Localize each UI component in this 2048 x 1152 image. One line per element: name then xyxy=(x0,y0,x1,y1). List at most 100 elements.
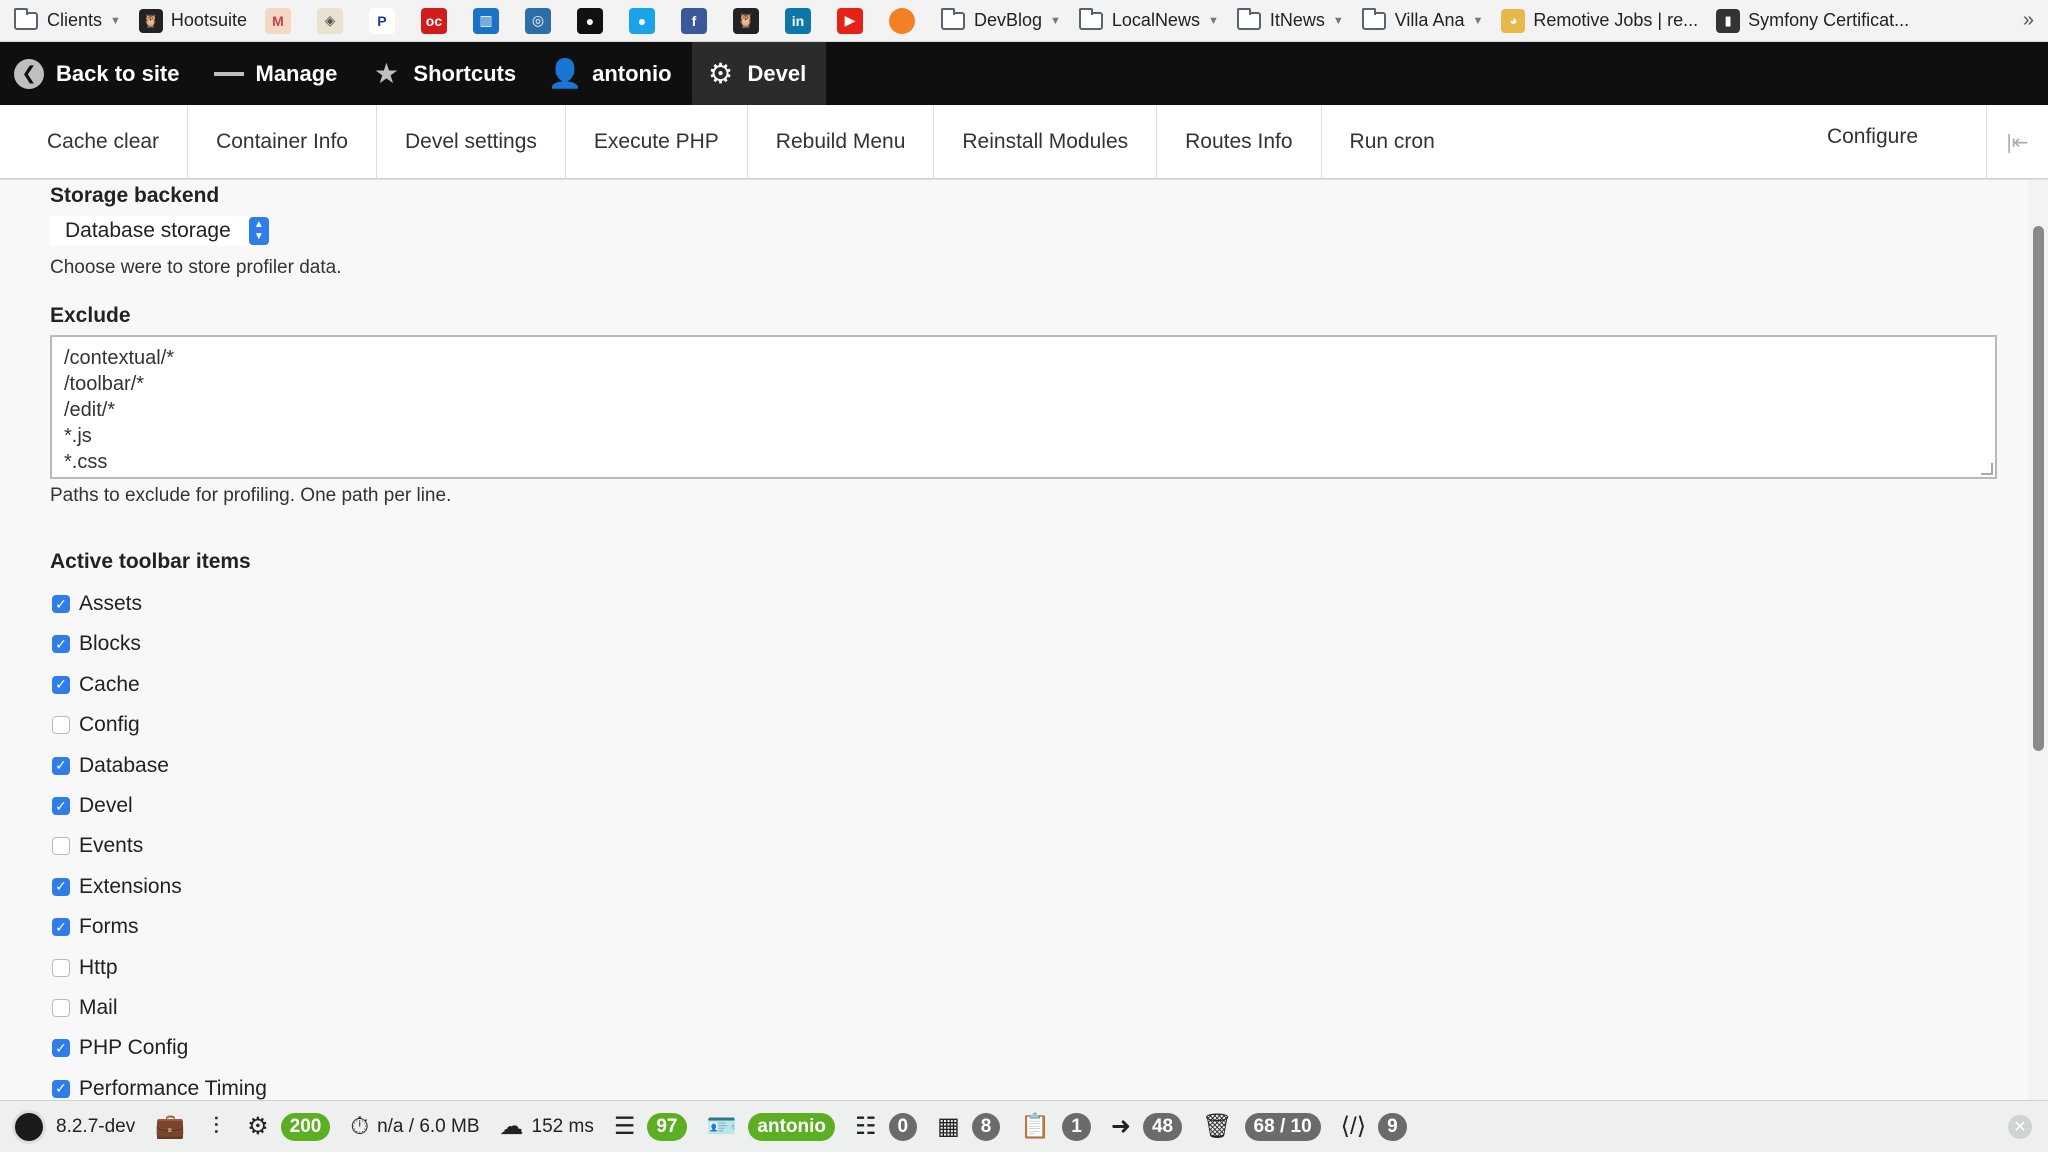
resize-handle-icon[interactable] xyxy=(1981,463,1993,475)
events-item[interactable]: ➜ 48 xyxy=(1111,1112,1183,1141)
database-item[interactable]: ☰ 97 xyxy=(614,1112,687,1141)
webprofiler-toolbar: 8.2.7-dev 💼 ⫶ ⚙ 200 ⏱ n/a / 6.0 MB ☁ 152… xyxy=(0,1100,2048,1152)
user-tab[interactable]: 👤 antonio xyxy=(536,42,691,105)
checkbox-checked[interactable]: ✓ xyxy=(52,635,70,654)
checkbox-checked[interactable]: ✓ xyxy=(52,756,70,775)
more-bookmarks-icon[interactable]: » xyxy=(2023,9,2034,32)
tray-link-reinstall-modules[interactable]: Reinstall Modules xyxy=(934,104,1158,179)
devel-tab[interactable]: ⚙ Devel xyxy=(691,42,827,105)
stopwatch-icon: ⏱ xyxy=(350,1112,370,1140)
toolbar-item-checkbox-row[interactable]: ✓ Assets xyxy=(52,592,142,616)
request-item[interactable]: 💼 xyxy=(155,1112,193,1141)
toolbar-item-label: PHP Config xyxy=(79,1036,189,1060)
manage-tab[interactable]: Manage xyxy=(200,42,358,105)
toolbar-item-label: Events xyxy=(79,834,144,858)
close-icon[interactable]: ✕ xyxy=(2008,1115,2032,1139)
cache-item[interactable]: 🗑 68 / 10 xyxy=(1202,1112,1321,1141)
bookmark-gmail-icon[interactable]: M xyxy=(264,7,291,34)
forms-item[interactable]: 📋 1 xyxy=(1020,1112,1091,1141)
doge-icon: ◕ xyxy=(1501,8,1526,33)
toolbar-item-checkbox-row[interactable]: Mail xyxy=(52,996,118,1020)
exclude-line: /edit/* xyxy=(64,399,116,421)
collapse-tray-icon[interactable]: |⇤ xyxy=(1986,105,2048,179)
exclude-textarea[interactable]: /contextual/* /toolbar/* /edit/* *.js *.… xyxy=(50,335,1997,479)
tray-link-execute-php[interactable]: Execute PHP xyxy=(566,104,748,179)
bookmark-folder-localnews[interactable]: LocalNews ▼ xyxy=(1078,7,1219,31)
tray-link-cache-clear[interactable]: Cache clear xyxy=(0,104,189,179)
drupal-version[interactable]: 8.2.7-dev xyxy=(12,1109,135,1144)
tray-link-container-info[interactable]: Container Info xyxy=(188,104,377,179)
assets-item[interactable]: ⟨/⟩ 9 xyxy=(1341,1112,1407,1141)
toolbar-item-checkbox-row[interactable]: Events xyxy=(52,834,143,858)
toolbar-item-label: Database xyxy=(79,753,169,777)
bookmark-github-icon[interactable]: ● xyxy=(576,7,603,34)
bookmark-youtube-icon[interactable]: ▶ xyxy=(836,7,863,34)
toolbar-item-checkbox-row[interactable]: Http xyxy=(52,956,118,980)
toolbar-item-checkbox-row[interactable]: ✓ PHP Config xyxy=(52,1036,188,1060)
user-item[interactable]: 🪪 antonio xyxy=(707,1112,835,1141)
bookmark-trello-icon[interactable]: ▥ xyxy=(472,7,499,34)
time-item[interactable]: ☁ 152 ms xyxy=(500,1112,594,1141)
tray-link-run-cron[interactable]: Run cron xyxy=(1322,105,1463,179)
chevron-down-icon: ▼ xyxy=(1332,14,1344,27)
events-badge: 48 xyxy=(1142,1112,1183,1141)
exclude-line: /contextual/* xyxy=(64,347,175,369)
tray-link-rebuild-menu[interactable]: Rebuild Menu xyxy=(748,104,935,179)
checkbox-unchecked[interactable] xyxy=(52,716,70,735)
bookmark-folder-clients[interactable]: Clients ▼ xyxy=(14,7,121,31)
status-badge: 200 xyxy=(280,1112,331,1141)
exclude-label: Exclude xyxy=(50,304,131,327)
checkbox-unchecked[interactable] xyxy=(52,999,70,1017)
checkbox-checked[interactable]: ✓ xyxy=(52,918,70,937)
checkbox-unchecked[interactable] xyxy=(52,837,70,856)
routing-item[interactable]: ⫶ xyxy=(213,1113,227,1141)
folder-icon xyxy=(1361,7,1386,30)
toolbar-item-checkbox-row[interactable]: Config xyxy=(52,713,140,737)
bookmark-hootsuite[interactable]: 🦉 Hootsuite xyxy=(138,8,247,33)
checkbox-checked[interactable]: ✓ xyxy=(52,1039,70,1058)
checkbox-checked[interactable]: ✓ xyxy=(52,797,70,815)
bookmark-paypal-icon[interactable]: P xyxy=(368,7,395,34)
checkbox-checked[interactable]: ✓ xyxy=(52,595,70,613)
memory-item[interactable]: ⏱ n/a / 6.0 MB xyxy=(350,1113,479,1141)
checkbox-checked[interactable]: ✓ xyxy=(52,877,70,896)
tray-link-devel-settings[interactable]: Devel settings xyxy=(377,104,566,179)
bookmark-folder-itnews[interactable]: ItNews ▼ xyxy=(1236,7,1344,31)
checkbox-checked[interactable]: ✓ xyxy=(52,675,70,694)
bookmark-owl-icon[interactable]: 🦉 xyxy=(732,7,759,34)
bookmark-chat-icon[interactable]: ● xyxy=(628,7,655,34)
toolbar-item-checkbox-row[interactable]: ✓ Cache xyxy=(52,673,140,697)
configure-link[interactable]: Configure xyxy=(1827,125,1918,149)
active-toolbar-items-label: Active toolbar items xyxy=(50,550,251,573)
toolbar-item-checkbox-row[interactable]: ✓ Database xyxy=(52,754,169,778)
back-to-site-link[interactable]: ❮ Back to site xyxy=(0,42,200,105)
checkbox-unchecked[interactable] xyxy=(52,958,70,977)
blocks-item[interactable]: ▦ 8 xyxy=(937,1112,1001,1141)
scrollbar-thumb[interactable] xyxy=(2033,226,2044,751)
exclude-line: *.css xyxy=(64,451,108,473)
toolbar-item-checkbox-row[interactable]: ✓ Extensions xyxy=(52,875,182,899)
bookmark-remotive[interactable]: ◕ Remotive Jobs | re... xyxy=(1501,8,1698,33)
toolbar-item-checkbox-row[interactable]: ✓ Performance Timing xyxy=(52,1077,267,1100)
bookmark-symfony[interactable]: ▮ Symfony Certificat... xyxy=(1716,8,1909,33)
chevron-down-icon: ▼ xyxy=(1050,14,1061,27)
bookmark-linkedin-icon[interactable]: in xyxy=(784,7,811,34)
toolbar-item-checkbox-row[interactable]: ✓ Blocks xyxy=(52,632,141,656)
bookmark-app-icon[interactable]: ◈ xyxy=(316,7,343,34)
bookmark-tool-icon[interactable]: ◎ xyxy=(524,7,551,34)
star-icon: ★ xyxy=(373,58,399,89)
tray-link-routes-info[interactable]: Routes Info xyxy=(1157,104,1322,179)
checkbox-checked[interactable]: ✓ xyxy=(52,1079,70,1098)
toolbar-item-checkbox-row[interactable]: ✓ Forms xyxy=(52,915,139,939)
bookmark-folder-villa-ana[interactable]: Villa Ana ▼ xyxy=(1361,7,1483,31)
shortcuts-tab[interactable]: ★ Shortcuts xyxy=(357,42,536,105)
bookmark-lastfm-icon[interactable]: oc xyxy=(420,7,447,34)
views-item[interactable]: ☷ 0 xyxy=(855,1112,918,1141)
exclude-description: Paths to exclude for profiling. One path… xyxy=(50,485,452,506)
bookmark-facebook-icon[interactable]: f xyxy=(680,7,707,34)
bookmark-sun-icon[interactable] xyxy=(888,7,915,34)
storage-backend-select[interactable]: Database storage ▲ ▼ xyxy=(50,216,269,246)
toolbar-item-checkbox-row[interactable]: ✓ Devel xyxy=(52,794,133,818)
status-item[interactable]: ⚙ 200 xyxy=(247,1112,331,1141)
bookmark-folder-devblog[interactable]: DevBlog ▼ xyxy=(940,7,1061,31)
